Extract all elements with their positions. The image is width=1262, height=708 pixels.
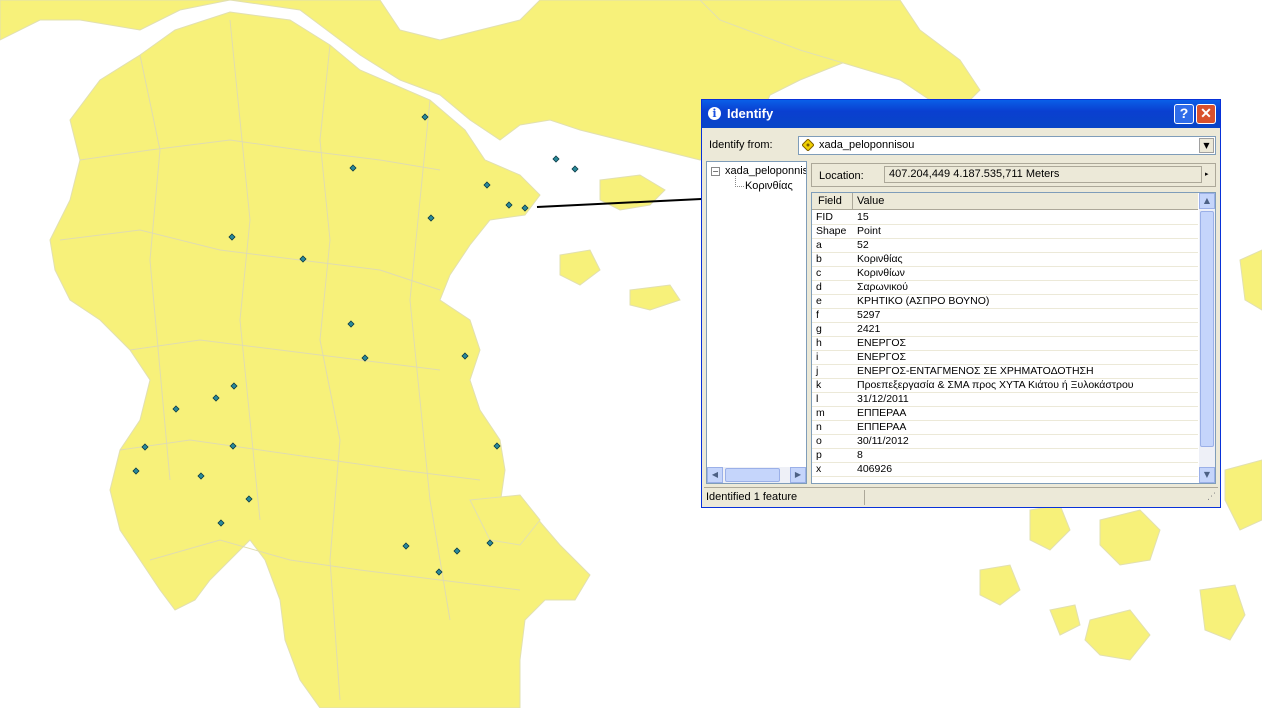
field-cell: g	[816, 323, 822, 335]
table-row[interactable]: b Κορινθίας	[812, 252, 1198, 267]
help-button[interactable]: ?	[1174, 104, 1194, 124]
status-text: Identified 1 feature	[706, 491, 798, 503]
close-button[interactable]: ✕	[1196, 104, 1216, 124]
field-cell: j	[816, 365, 819, 377]
location-label: Location:	[819, 170, 864, 182]
identify-from-select[interactable]: xada_peloponnisou ▼	[798, 136, 1216, 155]
tree-hscrollbar[interactable]: ◀ ▶	[707, 467, 806, 483]
field-cell: x	[816, 463, 822, 475]
value-cell: ΕΠΠΕΡΑΑ	[857, 407, 907, 419]
value-cell: 31/12/2011	[857, 393, 909, 405]
value-cell: 5297	[857, 309, 881, 321]
table-row[interactable]: d Σαρωνικού	[812, 280, 1198, 295]
table-row[interactable]: c Κορινθίων	[812, 266, 1198, 281]
status-bar: Identified 1 feature ⋰	[704, 487, 1218, 507]
dialog-title: Identify	[727, 106, 774, 121]
value-cell: 15	[857, 211, 869, 223]
table-row[interactable]: m ΕΠΠΕΡΑΑ	[812, 406, 1198, 421]
dialog-titlebar[interactable]: i Identify ? ✕	[702, 100, 1220, 128]
scroll-up-icon[interactable]: ▲	[1199, 193, 1215, 209]
value-cell: Σαρωνικού	[857, 281, 909, 293]
table-row[interactable]: a 52	[812, 238, 1198, 253]
field-cell: i	[816, 351, 819, 363]
table-row[interactable]: p8	[812, 448, 1198, 463]
table-row[interactable]: f 5297	[812, 308, 1198, 323]
field-cell: FID	[816, 211, 833, 223]
location-value: 407.204,449 4.187.535,711 Meters	[884, 166, 1202, 183]
info-icon: i	[708, 107, 721, 120]
resize-grip-icon[interactable]: ⋰	[1207, 492, 1216, 502]
field-cell: k	[816, 379, 822, 391]
table-row[interactable]: g 2421	[812, 322, 1198, 337]
scroll-down-icon[interactable]: ▼	[1199, 467, 1215, 483]
attribute-table: Field Value FID 15 Shape Point a 52 b Κορινθίας…	[811, 192, 1216, 484]
value-cell: ΕΠΠΕΡΑΑ	[857, 421, 907, 433]
field-cell: c	[816, 267, 822, 279]
tree-feature-item[interactable]: Κορινθίας	[745, 180, 793, 192]
table-row[interactable]: Shape Point	[812, 224, 1198, 239]
value-cell: ΕΝΕΡΓΟΣ-ΕΝΤΑΓΜΕΝΟΣ ΣΕ ΧΡΗΜΑΤΟΔΟΤΗΣΗ	[857, 365, 1094, 377]
value-cell: ΕΝΕΡΓΟΣ	[857, 337, 907, 349]
field-cell: o	[816, 435, 822, 447]
value-cell: ΚΡΗΤΙΚΟ (ΑΣΠΡΟ ΒΟΥΝΟ)	[857, 295, 990, 307]
identify-from-value: xada_peloponnisou	[819, 139, 915, 151]
table-row[interactable]: h ΕΝΕΡΓΟΣ	[812, 336, 1198, 351]
field-cell: h	[816, 337, 822, 349]
field-cell: a	[816, 239, 822, 251]
table-row[interactable]: e ΚΡΗΤΙΚΟ (ΑΣΠΡΟ ΒΟΥΝΟ)	[812, 294, 1198, 309]
location-menu-icon[interactable]: ▸	[1205, 166, 1213, 183]
field-cell: d	[816, 281, 822, 293]
field-cell: m	[816, 407, 825, 419]
table-row[interactable]: k Προεπεξεργασία & ΣΜΑ προς ΧΥΤΑ Κιάτου ή…	[812, 378, 1198, 393]
identify-dialog: i Identify ? ✕ Identify from: xada_pelop…	[701, 99, 1221, 508]
column-header-field[interactable]: Field	[818, 195, 842, 207]
scroll-left-icon[interactable]: ◀	[707, 467, 723, 483]
value-cell: Προεπεξεργασία & ΣΜΑ προς ΧΥΤΑ Κιάτου ή …	[857, 379, 1134, 391]
value-cell: Κορινθίων	[857, 267, 905, 279]
value-cell: 2421	[857, 323, 881, 335]
scroll-right-icon[interactable]: ▶	[790, 467, 806, 483]
table-header: Field Value	[812, 193, 1198, 210]
table-vscroll-thumb[interactable]	[1200, 211, 1214, 447]
tree-hscroll-thumb[interactable]	[725, 468, 780, 482]
table-row[interactable]: l 31/12/2011	[812, 392, 1198, 407]
value-cell: 52	[857, 239, 869, 251]
value-cell: 406926	[857, 463, 893, 475]
field-cell: l	[816, 393, 819, 405]
value-cell: ΕΝΕΡΓΟΣ	[857, 351, 907, 363]
value-cell: 30/11/2012	[857, 435, 909, 447]
feature-tree: − xada_peloponnisou Κορινθίας ◀ ▶	[706, 161, 807, 484]
table-row[interactable]: o 30/11/2012	[812, 434, 1198, 449]
value-cell: 8	[857, 449, 863, 461]
collapse-toggle[interactable]: −	[711, 167, 720, 176]
field-cell: p	[816, 449, 822, 461]
table-row[interactable]: i ΕΝΕΡΓΟΣ	[812, 350, 1198, 365]
chevron-down-icon[interactable]: ▼	[1199, 138, 1214, 153]
field-cell: b	[816, 253, 822, 265]
field-cell: n	[816, 421, 822, 433]
field-cell: Shape	[816, 225, 847, 237]
column-divider[interactable]	[852, 193, 853, 209]
column-header-value[interactable]: Value	[857, 195, 884, 207]
field-cell: e	[816, 295, 822, 307]
table-row[interactable]: j ΕΝΕΡΓΟΣ-ΕΝΤΑΓΜΕΝΟΣ ΣΕ ΧΡΗΜΑΤΟΔΟΤΗΣΗ	[812, 364, 1198, 379]
status-divider	[864, 490, 865, 505]
tree-connector	[735, 176, 744, 187]
layer-diamond-icon	[802, 139, 814, 151]
field-cell: f	[816, 309, 819, 321]
location-bar: Location: 407.204,449 4.187.535,711 Mete…	[811, 163, 1216, 187]
table-vscrollbar[interactable]: ▲ ▼	[1199, 193, 1215, 483]
value-cell: Κορινθίας	[857, 253, 903, 265]
table-row[interactable]: x 406926	[812, 462, 1198, 477]
value-cell: Point	[857, 225, 881, 237]
table-row[interactable]: n ΕΠΠΕΡΑΑ	[812, 420, 1198, 435]
table-row[interactable]: FID 15	[812, 210, 1198, 225]
identify-from-label: Identify from:	[709, 139, 773, 151]
